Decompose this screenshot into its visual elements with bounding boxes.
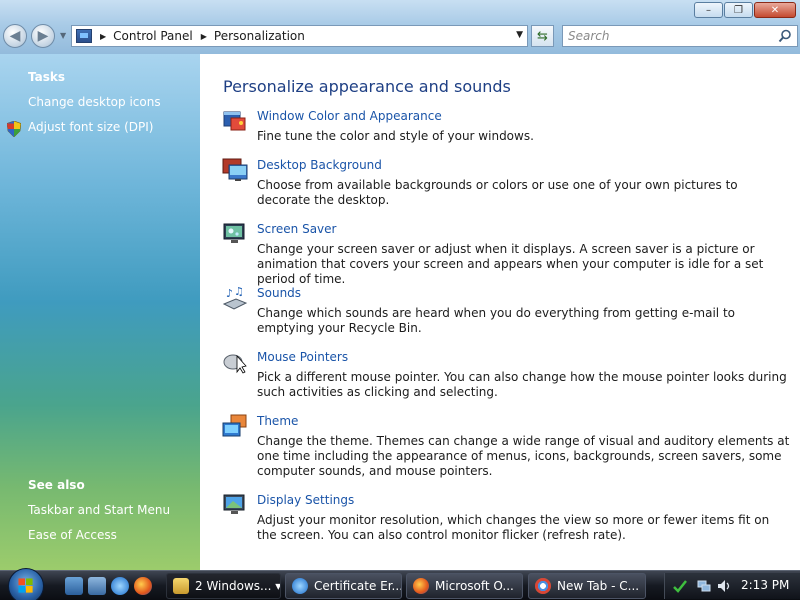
change-desktop-icons-link[interactable]: Change desktop icons [28, 95, 161, 109]
taskbar-button-label: New Tab - C... [557, 579, 640, 593]
security-check-icon[interactable] [673, 579, 687, 593]
volume-icon[interactable] [717, 579, 731, 593]
window-topbar: – ❐ ✕ ◀ ▶ ▼ ▶ Control Panel ▶ Personaliz… [0, 0, 800, 54]
refresh-icon: ⇆ [537, 28, 548, 44]
refresh-button[interactable]: ⇆ [531, 25, 554, 47]
system-clock[interactable]: 2:13 PM [741, 578, 789, 592]
mouse-pointers-icon [223, 354, 247, 374]
sounds-icon: ♪ ♫ [222, 286, 248, 310]
uac-shield-icon [7, 121, 21, 137]
desktop-background-link[interactable]: Desktop Background [257, 158, 382, 172]
taskbar-button-label: Certificate Er... [314, 579, 402, 593]
adjust-font-size-link[interactable]: Adjust font size (DPI) [28, 120, 153, 134]
taskbar-button-label: Microsoft O... [435, 579, 514, 593]
search-input[interactable] [568, 29, 768, 43]
arrow-left-icon: ◀ [9, 28, 21, 44]
breadcrumb-control-panel[interactable]: Control Panel [113, 29, 193, 43]
switch-windows-icon[interactable] [88, 577, 106, 595]
window-color-link[interactable]: Window Color and Appearance [257, 109, 442, 123]
main-content: Personalize appearance and sounds Window… [200, 54, 800, 570]
screen-saver-icon [223, 223, 245, 243]
taskbar: 2 Windows... ▾ Certificate Er... Microso… [0, 568, 800, 600]
taskbar-button-microsoft-office[interactable]: Microsoft O... [406, 573, 523, 599]
mouse-pointers-link[interactable]: Mouse Pointers [257, 350, 348, 364]
desktop-background-icon [222, 158, 248, 181]
start-button[interactable] [8, 568, 44, 600]
screen-saver-description: Change your screen saver or adjust when … [257, 242, 764, 286]
firefox-quicklaunch-icon[interactable] [134, 577, 152, 595]
breadcrumb-separator-icon[interactable]: ▶ [100, 32, 106, 41]
desktop-background-description: Choose from available backgrounds or col… [257, 178, 738, 207]
screen-saver-link[interactable]: Screen Saver [257, 222, 336, 236]
taskbar-button-windows-group[interactable]: 2 Windows... ▾ [166, 573, 281, 599]
windows-logo-icon [18, 578, 33, 593]
svg-text:♪: ♪ [226, 287, 233, 300]
chrome-icon [535, 578, 551, 594]
window-controls: – ❐ ✕ [693, 2, 796, 18]
arrow-right-icon: ▶ [37, 28, 49, 44]
tasks-pane: Tasks Change desktop icons Adjust font s… [0, 54, 200, 570]
theme-link[interactable]: Theme [257, 414, 298, 428]
minimize-button[interactable]: – [694, 2, 723, 18]
mouse-pointers-description: Pick a different mouse pointer. You can … [257, 370, 787, 399]
close-button[interactable]: ✕ [754, 2, 796, 18]
taskbar-button-new-tab[interactable]: New Tab - C... [528, 573, 646, 599]
address-bar[interactable]: ▶ Control Panel ▶ Personalization ▼ [71, 25, 528, 47]
theme-icon [222, 414, 247, 437]
tasks-heading: Tasks [28, 70, 66, 84]
search-box[interactable] [562, 25, 798, 47]
window-color-description: Fine tune the color and style of your wi… [257, 129, 534, 143]
breadcrumb-personalization[interactable]: Personalization [214, 29, 305, 43]
window-color-icon [223, 111, 246, 131]
firefox-icon [413, 578, 429, 594]
ie-icon [292, 578, 308, 594]
taskbar-start-menu-link[interactable]: Taskbar and Start Menu [28, 503, 170, 517]
maximize-button[interactable]: ❐ [724, 2, 753, 18]
taskbar-button-certificate-error[interactable]: Certificate Er... [285, 573, 402, 599]
control-panel-icon [76, 29, 92, 43]
network-icon[interactable] [697, 579, 711, 593]
page-title: Personalize appearance and sounds [223, 77, 511, 96]
folder-icon [173, 578, 189, 594]
display-settings-description: Adjust your monitor resolution, which ch… [257, 513, 770, 542]
sounds-link[interactable]: Sounds [257, 286, 301, 300]
address-dropdown-icon[interactable]: ▼ [516, 30, 523, 40]
recent-pages-dropdown[interactable]: ▼ [60, 31, 66, 40]
forward-button[interactable]: ▶ [31, 24, 55, 48]
breadcrumb-separator-icon[interactable]: ▶ [201, 32, 207, 41]
internet-explorer-icon[interactable] [111, 577, 129, 595]
taskbar-button-label: 2 Windows... ▾ [195, 579, 281, 593]
display-settings-link[interactable]: Display Settings [257, 493, 354, 507]
back-button[interactable]: ◀ [3, 24, 27, 48]
sounds-description: Change which sounds are heard when you d… [257, 306, 735, 335]
show-desktop-icon[interactable] [65, 577, 83, 595]
svg-text:♫: ♫ [234, 286, 244, 298]
search-icon[interactable] [778, 29, 792, 43]
ease-of-access-link[interactable]: Ease of Access [28, 528, 117, 542]
see-also-heading: See also [28, 478, 85, 492]
theme-description: Change the theme. Themes can change a wi… [257, 434, 790, 478]
display-settings-icon [223, 494, 245, 514]
